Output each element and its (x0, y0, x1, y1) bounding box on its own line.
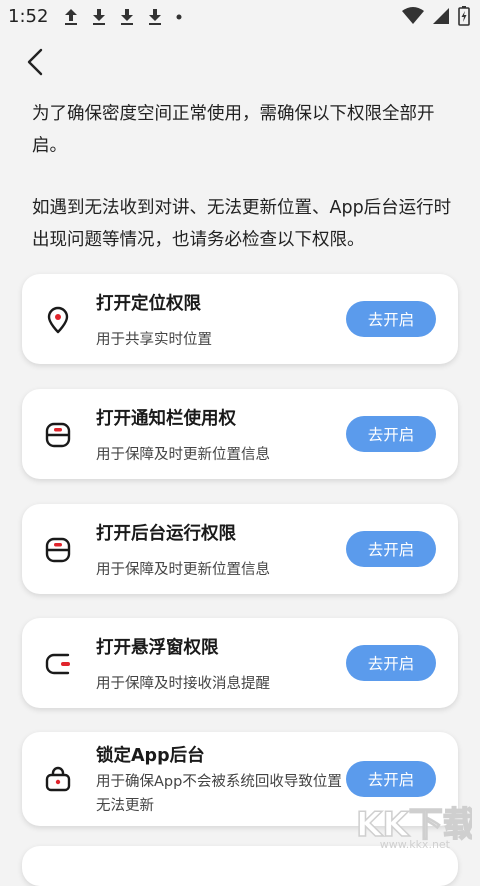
lock-app-button[interactable]: 去开启 (346, 761, 436, 797)
status-time: 1:52 (8, 6, 49, 27)
permission-description: 用于保障及时更新位置信息 (96, 447, 270, 463)
chevron-left-icon (27, 48, 43, 76)
enable-location-button[interactable]: 去开启 (346, 301, 436, 337)
battery-icon (458, 6, 470, 26)
location-pin-icon (47, 306, 69, 334)
notification-bar-icon (45, 422, 71, 448)
status-bar: 1:52 (0, 0, 480, 34)
permission-card-floating-window: 打开悬浮窗权限 用于保障及时接收消息提醒 去开启 (22, 618, 458, 708)
status-notification-icons (60, 5, 186, 27)
enable-background-button[interactable]: 去开启 (346, 531, 436, 567)
dot-icon (176, 14, 182, 20)
permission-description: 用于保障及时接收消息提醒 (96, 676, 270, 692)
background-run-icon (45, 537, 71, 563)
signal-icon (433, 8, 449, 24)
upload-icon (65, 9, 77, 25)
enable-floating-window-button[interactable]: 去开启 (346, 645, 436, 681)
permission-title: 打开悬浮窗权限 (96, 638, 219, 658)
permission-card-partial (22, 846, 458, 886)
permission-description: 用于保障及时更新位置信息 (96, 562, 270, 578)
download-icon (93, 9, 105, 25)
enable-notification-button[interactable]: 去开启 (346, 416, 436, 452)
permission-card-background: 打开后台运行权限 用于保障及时更新位置信息 去开启 (22, 504, 458, 594)
permission-description: 用于共享实时位置 (96, 332, 212, 348)
permission-title: 打开定位权限 (96, 294, 201, 314)
permission-description: 用于确保App不会被系统回收导致位置无法更新 (96, 774, 342, 814)
download-icon (121, 9, 133, 25)
download-icon (149, 9, 161, 25)
intro-paragraph-1: 为了确保密度空间正常使用，需确保以下权限全部开启。 (32, 104, 435, 156)
back-button[interactable] (18, 44, 52, 80)
wifi-icon (402, 7, 424, 24)
status-system-icons (402, 6, 470, 26)
intro-paragraph-2: 如遇到无法收到对讲、无法更新位置、App后台运行时出现问题等情况，也请务必检查以… (32, 198, 452, 250)
lock-icon (45, 766, 71, 792)
permission-title: 打开后台运行权限 (96, 524, 236, 544)
permission-title: 打开通知栏使用权 (96, 409, 236, 429)
watermark-url: www.kkx.net (379, 838, 450, 851)
floating-window-icon (45, 653, 70, 675)
permission-card-notification: 打开通知栏使用权 用于保障及时更新位置信息 去开启 (22, 389, 458, 479)
permission-card-location: 打开定位权限 用于共享实时位置 去开启 (22, 274, 458, 364)
permission-title: 锁定App后台 (96, 746, 205, 766)
